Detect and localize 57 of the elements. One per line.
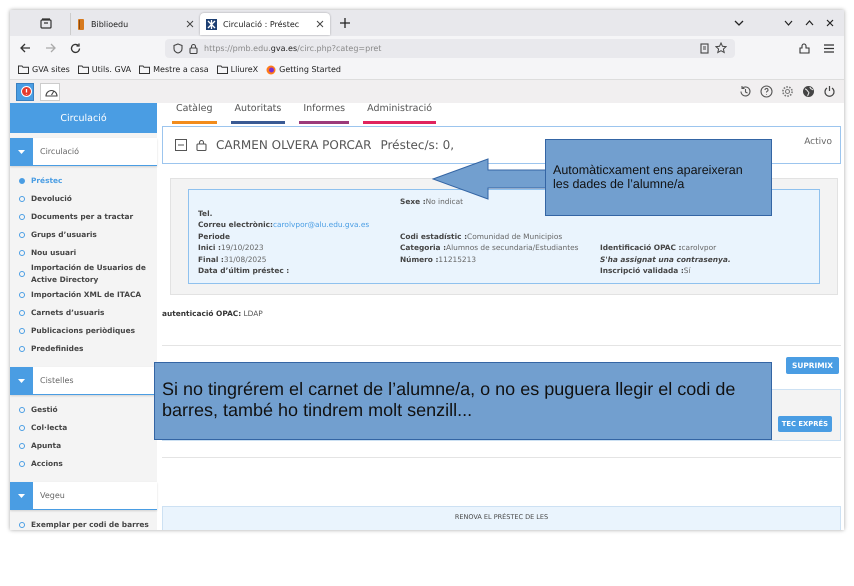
url-text: https://pmb.edu.gva.es/circ.php?categ=pret (204, 44, 382, 52)
folder-icon (18, 65, 29, 74)
reload-icon[interactable] (70, 42, 81, 54)
back-icon[interactable] (20, 43, 31, 53)
reader-name: CARMEN OLVERA PORCAR (216, 138, 372, 152)
caret-icon (18, 378, 25, 382)
help-icon[interactable] (760, 85, 773, 98)
menu-icon[interactable] (824, 44, 834, 52)
bag-icon (196, 140, 207, 150)
close-icon[interactable] (316, 20, 324, 28)
bookmark[interactable]: GVA sites (18, 65, 70, 74)
folder-icon (139, 65, 150, 74)
module-title: Circulació (10, 103, 157, 133)
menu-tab[interactable]: Administració (363, 103, 436, 124)
callout-box: Automàticxament ens apareixeran les dades de l’alumne/a (545, 139, 772, 216)
close-icon[interactable] (186, 20, 194, 28)
globe-icon[interactable] (802, 85, 815, 98)
bookmark[interactable]: LliureX (216, 65, 258, 74)
globe-logo-icon (266, 64, 276, 74)
dashboard-button[interactable] (40, 82, 60, 100)
reader-status: Activo (804, 137, 832, 147)
section-header[interactable]: Vegeu (10, 482, 157, 510)
settings-icon[interactable] (781, 85, 794, 98)
extensions-icon[interactable] (799, 42, 810, 54)
chevron-down-icon[interactable] (734, 20, 744, 26)
loan-summary: Préstec/s: 0, (380, 138, 454, 152)
minimize-icon[interactable] (784, 20, 793, 26)
shield-icon (173, 42, 183, 54)
caret-icon (18, 494, 25, 498)
reader-view-icon[interactable] (700, 42, 709, 54)
power-icon[interactable] (823, 85, 836, 98)
folder-icon (216, 65, 228, 74)
section-header[interactable]: Cistelles (10, 367, 157, 395)
close-icon[interactable] (826, 19, 834, 27)
new-tab-icon[interactable] (340, 18, 350, 28)
bookmark[interactable]: Mestre a casa (139, 65, 209, 74)
star-icon[interactable] (715, 42, 727, 54)
bookmark[interactable]: Getting Started (266, 64, 342, 74)
lock-icon (189, 42, 198, 54)
book-icon (77, 18, 85, 30)
history-icon[interactable] (739, 85, 752, 98)
collapse-icon[interactable] (175, 139, 187, 151)
folder-icon (78, 65, 89, 74)
info-icon (20, 86, 32, 97)
bookmark[interactable]: Utils. GVA (78, 65, 132, 74)
app-logo-icon (206, 18, 217, 30)
menu-tab[interactable]: Autoritats (230, 103, 286, 124)
caret-icon (18, 150, 25, 154)
address-bar[interactable]: https://pmb.edu.gva.es/circ.php?categ=pret (165, 38, 735, 58)
browser-tab[interactable]: Circulació : Préstec (200, 13, 330, 35)
tab-list-icon[interactable] (40, 18, 52, 28)
maximize-icon[interactable] (805, 20, 814, 26)
callout-box: Si no tingrérem el carnet de l’alumne/a, o no es puguera llegir el codi de barres, també ho tindrem molt senzill... (154, 362, 772, 440)
info-button[interactable] (16, 82, 34, 100)
menu-tab[interactable]: Informes (299, 103, 350, 124)
section-header[interactable]: Circulació (10, 138, 157, 166)
menu-tab[interactable]: Catàleg (172, 103, 217, 124)
